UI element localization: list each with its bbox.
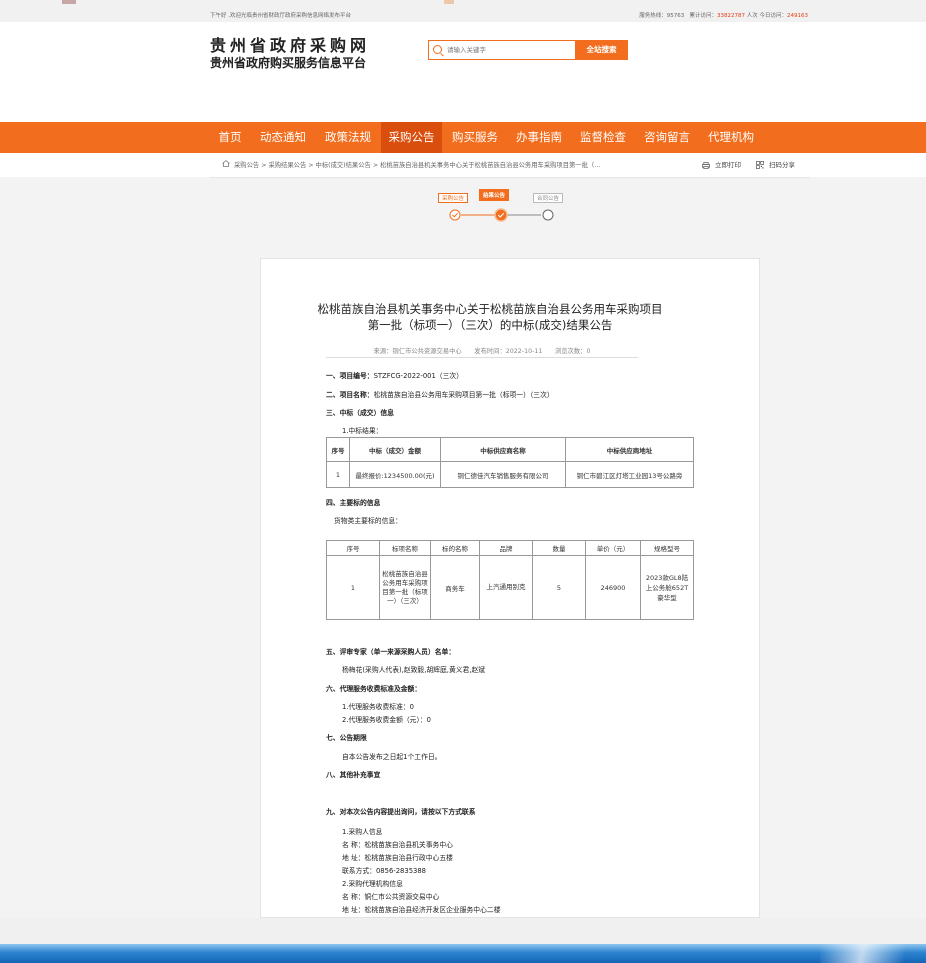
nav-item-guide[interactable]: 办事指南 <box>509 122 569 153</box>
site-logo-title[interactable]: 贵州省政府采购网 <box>210 32 370 56</box>
qrcode-icon <box>756 161 764 169</box>
tab-mark <box>62 0 76 4</box>
table-header: 标项名称 <box>379 540 431 556</box>
site-stats: 服务热线：95763 累计访问：33822787 人次 今日访问：249163 <box>639 11 808 19</box>
table-row: 1 松桃苗族自治县公务用车采购项目第一批（标项一）（三次） 商务车 上汽通用别克… <box>326 555 694 620</box>
os-taskbar <box>0 918 926 963</box>
award-result-label: 1.中标结果： <box>342 427 383 435</box>
total-visits-label: 累计访问： <box>689 13 717 19</box>
nav-item-agency[interactable]: 代理机构 <box>701 122 761 153</box>
table-header: 序号 <box>326 437 350 462</box>
table-header: 中标供应商名称 <box>440 437 566 462</box>
nav-item-supervision[interactable]: 监督检查 <box>573 122 633 153</box>
home-icon[interactable] <box>222 160 230 167</box>
contact-line: 名 称：松桃苗族自治县机关事务中心 <box>342 841 453 849</box>
items-table: 序号 标项名称 标的名称 品牌 数量 单价（元） 规格型号 1 松桃苗族自治县公… <box>326 540 694 620</box>
article-title: 松桃苗族自治县机关事务中心关于松桃苗族自治县公务用车采购项目 第一批（标项一）（… <box>260 301 720 333</box>
award-table: 序号 中标（成交）金额 中标供应商名称 中标供应商地址 1 最终报价:12345… <box>326 437 694 488</box>
goods-items-label: 货物类主要标的信息： <box>334 517 402 525</box>
search-input[interactable] <box>447 43 575 57</box>
print-button[interactable]: 立即打印 <box>702 159 741 169</box>
taskbar-highlight <box>820 944 926 963</box>
share-label: 扫码分享 <box>769 161 795 169</box>
hotline-label: 服务热线： <box>639 13 667 19</box>
table-header: 中标（成交）金额 <box>349 437 441 462</box>
nav-item-services[interactable]: 购买服务 <box>445 122 505 153</box>
table-cell: 铜仁德佳汽车销售服务有限公司 <box>440 461 566 488</box>
project-name: 二、项目名称：松桃苗族自治县公务用车采购项目第一批（标项一）（三次） <box>326 391 554 399</box>
nav-item-news[interactable]: 动态通知 <box>253 122 313 153</box>
table-row: 1 最终报价:1234500.00(元) 铜仁德佳汽车销售服务有限公司 铜仁市碧… <box>326 461 694 488</box>
tab-mark <box>444 0 454 4</box>
step-tag-contract[interactable]: 合同公告 <box>533 193 564 203</box>
nav-item-procurement[interactable]: 采购公告 <box>381 122 442 153</box>
search-box: 全站搜索 <box>428 40 628 60</box>
print-label: 立即打印 <box>715 161 741 169</box>
article-meta: 来源：铜仁市公共资源交易中心 发布时间：2022-10-11 浏览次数：0 <box>373 348 591 355</box>
table-header: 品牌 <box>479 540 533 556</box>
table-header: 中标供应商地址 <box>565 437 694 462</box>
table-cell: 246900 <box>585 555 641 620</box>
table-header: 规格型号 <box>640 540 694 556</box>
contact-line: 地 址：松桃苗族自治县行政中心五楼 <box>342 854 453 862</box>
taskbar-strip <box>0 944 926 963</box>
site-header <box>0 22 926 122</box>
article-title-line2: 第一批（标项一）（三次）的中标(成交)结果公告 <box>367 318 613 332</box>
nav-item-policy[interactable]: 政策法规 <box>318 122 378 153</box>
project-number: 一、项目编号：STZFCG-2022-001（三次） <box>326 372 463 380</box>
step-progress-line <box>449 208 554 222</box>
experts-list: 杨梅花(采购人代表),赵致毅,胡辉庭,黄义君,赵斌 <box>342 666 486 674</box>
top-info-bar: 下午好 ,欢迎光临贵州省财政厅政府采购信息网络发布平台 服务热线：95763 累… <box>0 0 926 22</box>
fee-amount: 2.代理服务收费金额（元）：0 <box>342 716 431 724</box>
nav-item-home[interactable]: 首页 <box>210 122 250 153</box>
section-notice-period: 七、公告期限 <box>326 734 367 742</box>
section-main-items: 四、主要标的信息 <box>326 499 381 507</box>
contact-line: 地 址：松桃苗族自治县经济开发区企业服务中心二楼 <box>342 906 501 914</box>
table-cell: 1 <box>326 555 380 620</box>
fee-standard: 1.代理服务收费标准：0 <box>342 703 414 711</box>
printer-icon <box>702 161 710 169</box>
welcome-text: 下午好 ,欢迎光临贵州省财政厅政府采购信息网络发布平台 <box>210 13 351 19</box>
table-cell: 上汽通用别克 <box>479 555 533 620</box>
table-cell: 最终报价:1234500.00(元) <box>349 461 441 488</box>
table-header: 单价（元） <box>585 540 641 556</box>
contact-line: 2.采购代理机构信息 <box>342 880 403 888</box>
table-header: 数量 <box>532 540 586 556</box>
section-experts: 五、评审专家（单一来源采购人员）名单： <box>326 648 456 656</box>
breadcrumb: 采购公告 > 采购结果公告 > 中标(成交)结果公告 > 松桃苗族自治县机关事务… <box>210 153 810 178</box>
share-button[interactable]: 扫码分享 <box>756 159 795 169</box>
section-agency-fee: 六、代理服务收费标准及金额： <box>326 685 422 693</box>
section-contact: 九、对本次公告内容提出询问，请按以下方式联系 <box>326 808 476 816</box>
table-cell: 1 <box>326 461 350 488</box>
contact-line: 名 称：铜仁市公共资源交易中心 <box>342 893 440 901</box>
main-nav: 首页 动态通知 政策法规 采购公告 购买服务 办事指南 监督检查 咨询留言 代理… <box>0 122 926 153</box>
section-other-matters: 八、其他补充事宜 <box>326 771 381 779</box>
step-tag-result[interactable]: 结果公告 <box>479 189 510 201</box>
search-button[interactable]: 全站搜索 <box>575 40 628 60</box>
step-tag-announcement[interactable]: 采购公告 <box>438 193 469 203</box>
total-visits-value: 33822787 <box>717 13 745 19</box>
today-visits-value: 249163 <box>787 13 808 19</box>
table-header: 序号 <box>326 540 380 556</box>
nav-item-consult[interactable]: 咨询留言 <box>637 122 697 153</box>
notice-period-value: 自本公告发布之日起1个工作日。 <box>342 753 442 761</box>
hotline-value: 95763 <box>666 13 685 19</box>
table-cell: 松桃苗族自治县公务用车采购项目第一批（标项一）（三次） <box>379 555 431 620</box>
breadcrumb-path[interactable]: 采购公告 > 采购结果公告 > 中标(成交)结果公告 > 松桃苗族自治县机关事务… <box>234 160 600 169</box>
article-title-line1: 松桃苗族自治县机关事务中心关于松桃苗族自治县公务用车采购项目 <box>317 302 663 316</box>
table-cell: 5 <box>532 555 586 620</box>
table-cell: 2023款GL8陆上公务舱652T豪华型 <box>640 555 694 620</box>
table-header: 标的名称 <box>430 540 480 556</box>
today-visits-label: 人次 今日访问： <box>746 13 787 19</box>
table-cell: 商务车 <box>430 555 480 620</box>
table-cell: 铜仁市碧江区灯塔工业园13号公路旁 <box>565 461 694 488</box>
contact-line: 联系方式：0856-2835388 <box>342 867 427 875</box>
divider <box>326 357 638 358</box>
contact-line: 1.采购人信息 <box>342 828 383 836</box>
search-icon <box>433 45 442 54</box>
site-logo-subtitle[interactable]: 贵州省政府购买服务信息平台 <box>210 54 366 71</box>
section-award-info: 三、中标（成交）信息 <box>326 409 394 417</box>
